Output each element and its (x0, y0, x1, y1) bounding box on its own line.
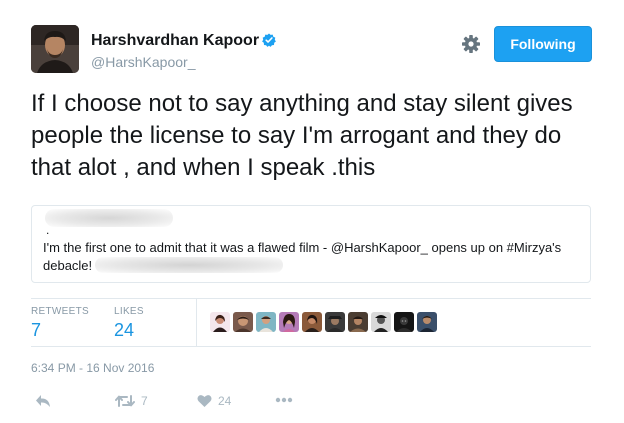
liker-avatar[interactable] (394, 312, 414, 332)
quoted-tweet-card[interactable]: . I'm the first one to admit that it was… (31, 205, 591, 283)
blurred-quoted-author (45, 209, 173, 227)
author-name[interactable]: Harshvardhan Kapoor (91, 32, 276, 50)
likes-count: 24 (114, 320, 135, 340)
liker-avatar[interactable] (256, 312, 276, 332)
gear-icon[interactable] (461, 34, 481, 54)
blurred-link (95, 257, 284, 273)
liker-avatar[interactable] (348, 312, 368, 332)
quoted-tweet-text-wrap: I'm the first one to admit that it was a… (43, 239, 583, 275)
likes-label: LIKES (114, 306, 144, 317)
liker-avatar[interactable] (210, 312, 230, 332)
author-name-text: Harshvardhan Kapoor (91, 32, 260, 49)
retweet-count: 7 (141, 394, 148, 408)
liker-avatar[interactable] (233, 312, 253, 332)
more-dots-icon (275, 397, 293, 403)
retweet-icon (115, 395, 135, 407)
liker-avatar[interactable] (302, 312, 322, 332)
following-button[interactable]: Following (494, 26, 592, 62)
like-count: 24 (218, 394, 232, 408)
likers-avatars (210, 312, 440, 332)
liker-avatar[interactable] (417, 312, 437, 332)
liker-avatar[interactable] (325, 312, 345, 332)
stats-bottom-divider (31, 346, 591, 347)
reply-icon (36, 395, 50, 407)
tweet-text: If I choose not to say anything and stay… (31, 90, 573, 181)
retweets-count: 7 (31, 320, 42, 340)
likes-stat[interactable]: LIKES 24 (114, 306, 144, 341)
heart-icon (197, 395, 212, 407)
avatar-image (31, 25, 79, 73)
quoted-dot: . (46, 223, 50, 237)
retweets-label: RETWEETS (31, 306, 89, 317)
tweet-timestamp[interactable]: 6:34 PM - 16 Nov 2016 (31, 361, 154, 375)
retweets-stat[interactable]: RETWEETS 7 (31, 306, 89, 341)
author-avatar[interactable] (31, 25, 79, 73)
liker-avatar[interactable] (279, 312, 299, 332)
stats-vertical-divider (196, 299, 197, 346)
verified-badge-icon (262, 33, 276, 47)
author-handle[interactable]: @HarshKapoor_ (91, 54, 196, 70)
reply-button[interactable] (35, 394, 51, 408)
liker-avatar[interactable] (371, 312, 391, 332)
stats-top-divider (31, 298, 591, 299)
retweet-button[interactable]: 7 (115, 394, 148, 408)
more-options-button[interactable] (275, 396, 293, 404)
like-button[interactable]: 24 (197, 394, 231, 408)
